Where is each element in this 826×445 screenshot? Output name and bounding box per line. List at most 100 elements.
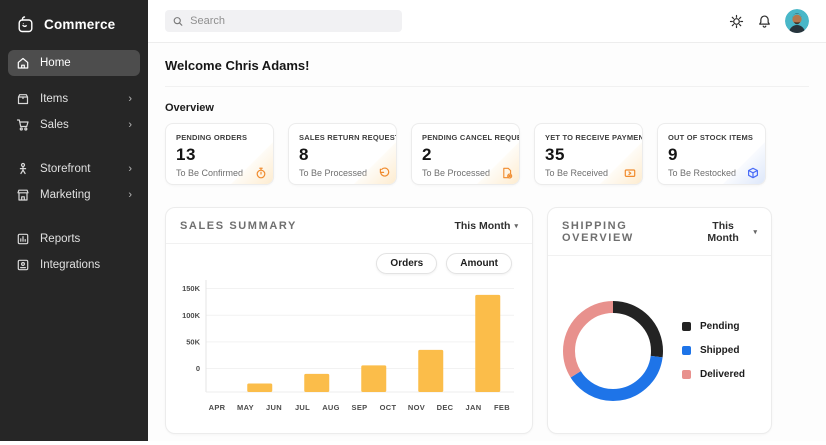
sales-bar-chart: 150K100K50K0APRMAYJUNJULAUGSEPOCTNOVDECJ…	[176, 274, 522, 424]
svg-text:SEP: SEP	[352, 403, 368, 412]
chevron-right-icon: ›	[128, 190, 132, 201]
stat-card-pending-orders[interactable]: PENDING ORDERS 13 To Be Confirmed	[165, 123, 274, 185]
marketing-store-icon	[16, 188, 30, 202]
sidebar-nav: Home Items › Sales › Storefront ›	[0, 50, 148, 278]
stat-card-pending-cancels[interactable]: PENDING CANCEL REQUESTS 2 To Be Processe…	[411, 123, 520, 185]
sidebar-item-label: Sales	[40, 119, 69, 131]
stat-title: PENDING ORDERS	[176, 133, 263, 142]
sidebar-item-storefront[interactable]: Storefront ›	[8, 156, 140, 182]
stat-title: PENDING CANCEL REQUESTS	[422, 133, 509, 142]
legend-label: Delivered	[700, 369, 745, 380]
sales-summary-title: SALES SUMMARY	[180, 220, 297, 232]
stat-title: OUT OF STOCK ITEMS	[668, 133, 755, 142]
legend-swatch-icon	[682, 322, 691, 331]
stat-value: 9	[668, 145, 755, 165]
notifications-button[interactable]	[757, 14, 772, 29]
settings-button[interactable]	[729, 14, 744, 29]
reports-icon	[16, 232, 30, 246]
search-icon	[173, 16, 183, 27]
sidebar-item-reports[interactable]: Reports	[8, 226, 140, 252]
legend-label: Pending	[700, 321, 739, 332]
stat-cards-row: PENDING ORDERS 13 To Be Confirmed SALES …	[165, 123, 809, 185]
stat-value: 13	[176, 145, 263, 165]
svg-text:FEB: FEB	[494, 403, 510, 412]
stopwatch-icon	[255, 167, 267, 179]
sidebar-item-home[interactable]: Home	[8, 50, 140, 76]
svg-text:JAN: JAN	[466, 403, 482, 412]
cancel-document-icon	[501, 167, 513, 179]
sidebar-item-sales[interactable]: Sales ›	[8, 112, 140, 138]
shipping-overview-title: SHIPPING OVERVIEW	[562, 220, 697, 244]
chevron-right-icon: ›	[128, 94, 132, 105]
sales-summary-panel: SALES SUMMARY This Month ▾ Orders Amount…	[165, 207, 533, 434]
search-box[interactable]	[165, 10, 402, 32]
avatar-image	[785, 9, 809, 33]
payment-card-icon	[624, 167, 636, 179]
main-content: Welcome Chris Adams! Overview PENDING OR…	[148, 43, 826, 441]
legend-item-pending: Pending	[682, 321, 745, 332]
stat-title: SALES RETURN REQUESTS	[299, 133, 386, 142]
svg-text:APR: APR	[209, 403, 226, 412]
legend-swatch-icon	[682, 370, 691, 379]
sidebar-item-label: Integrations	[40, 259, 100, 271]
sidebar-item-items[interactable]: Items ›	[8, 86, 140, 112]
svg-text:DEC: DEC	[437, 403, 454, 412]
stat-value: 8	[299, 145, 386, 165]
home-icon	[16, 56, 30, 70]
sales-cart-icon	[16, 118, 30, 132]
commerce-bag-icon	[16, 15, 35, 34]
chevron-right-icon: ›	[128, 164, 132, 175]
shipping-legend: Pending Shipped Delivered	[682, 321, 745, 380]
stat-value: 35	[545, 145, 632, 165]
app-name: Commerce	[44, 17, 115, 32]
sidebar-item-label: Storefront	[40, 163, 91, 175]
welcome-heading: Welcome Chris Adams!	[165, 58, 809, 73]
svg-text:OCT: OCT	[380, 403, 397, 412]
integrations-icon	[16, 258, 30, 272]
overview-heading: Overview	[165, 102, 809, 114]
svg-text:NOV: NOV	[408, 403, 425, 412]
sidebar-item-integrations[interactable]: Integrations	[8, 252, 140, 278]
legend-swatch-icon	[682, 346, 691, 355]
topbar	[148, 0, 826, 43]
stat-value: 2	[422, 145, 509, 165]
shipping-donut-chart	[561, 299, 665, 403]
chevron-down-icon: ▾	[514, 222, 518, 230]
svg-text:JUN: JUN	[266, 403, 282, 412]
sidebar-item-label: Reports	[40, 233, 80, 245]
chevron-right-icon: ›	[128, 120, 132, 131]
charts-row: SALES SUMMARY This Month ▾ Orders Amount…	[165, 207, 809, 434]
svg-text:50K: 50K	[186, 337, 200, 346]
svg-text:MAY: MAY	[237, 403, 254, 412]
gear-icon	[729, 14, 744, 29]
svg-text:0: 0	[196, 364, 200, 373]
stock-box-icon	[747, 167, 759, 179]
items-icon	[16, 92, 30, 106]
svg-text:AUG: AUG	[322, 403, 340, 412]
svg-text:JUL: JUL	[295, 403, 310, 412]
stat-card-payments[interactable]: YET TO RECEIVE PAYMENTS 35 To Be Receive…	[534, 123, 643, 185]
bell-icon	[757, 14, 772, 29]
sidebar-item-label: Items	[40, 93, 68, 105]
legend-label: Shipped	[700, 345, 739, 356]
orders-toggle-button[interactable]: Orders	[376, 253, 437, 274]
legend-item-delivered: Delivered	[682, 369, 745, 380]
shipping-overview-panel: SHIPPING OVERVIEW This Month ▾ Pending Sh…	[547, 207, 772, 434]
sidebar-item-marketing[interactable]: Marketing ›	[8, 182, 140, 208]
storefront-person-icon	[16, 162, 30, 176]
shipping-period-dropdown[interactable]: This Month ▾	[697, 220, 757, 244]
chevron-down-icon: ▾	[753, 228, 757, 236]
app-logo: Commerce	[0, 0, 148, 50]
user-avatar[interactable]	[785, 9, 809, 33]
stat-card-sales-returns[interactable]: SALES RETURN REQUESTS 8 To Be Processed	[288, 123, 397, 185]
search-input[interactable]	[190, 15, 394, 27]
amount-toggle-button[interactable]: Amount	[446, 253, 512, 274]
sales-period-dropdown[interactable]: This Month ▾	[454, 220, 518, 232]
svg-text:100K: 100K	[182, 311, 201, 320]
legend-item-shipped: Shipped	[682, 345, 745, 356]
stat-card-out-of-stock[interactable]: OUT OF STOCK ITEMS 9 To Be Restocked	[657, 123, 766, 185]
sidebar: Commerce Home Items › Sales ›	[0, 0, 148, 441]
stat-title: YET TO RECEIVE PAYMENTS	[545, 133, 632, 142]
return-arrow-icon	[378, 167, 390, 179]
divider	[165, 86, 809, 87]
